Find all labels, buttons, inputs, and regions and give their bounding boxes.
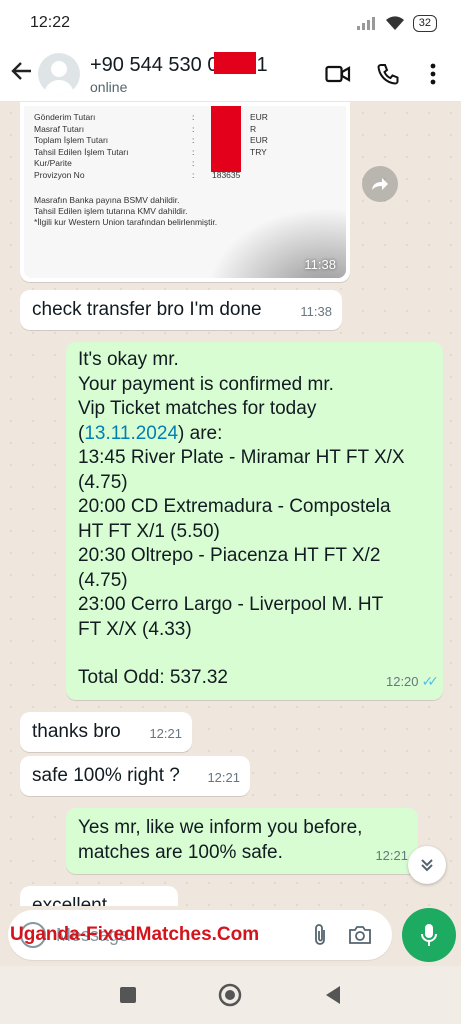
attach-button[interactable]: [300, 923, 340, 947]
camera-button[interactable]: [340, 925, 380, 945]
message-text: excellent: [32, 895, 107, 906]
status-time: 12:22: [30, 14, 71, 31]
status-bar: 12:22 32: [0, 0, 461, 46]
message-line: (13.11.2024) are:: [78, 422, 223, 444]
contact-status: online: [90, 79, 128, 95]
chevron-double-down-icon: [421, 859, 433, 872]
back-nav-icon[interactable]: [324, 985, 342, 1005]
signal-icon: [356, 17, 375, 30]
outgoing-message[interactable]: Yes mr, like we inform you before, match…: [66, 808, 418, 874]
message-composer: [8, 910, 392, 960]
scroll-to-bottom-button[interactable]: [408, 846, 446, 884]
receipt-row: Toplam İşlem Tutarı: EUR: [34, 135, 268, 145]
message-input[interactable]: [56, 924, 300, 946]
arrow-left-icon: [11, 62, 31, 80]
incoming-message[interactable]: safe 100% right ? 12:21: [20, 756, 250, 796]
receipt-image: Gönderim Tutarı: EUR Masraf Tutarı: R Topl…: [24, 106, 346, 278]
paperclip-icon: [315, 924, 325, 945]
message-line: Your payment is confirmed mr.: [78, 373, 334, 395]
message-time: 11:38: [304, 257, 336, 272]
receipt-row: Kur/Parite:: [34, 158, 195, 168]
voice-call-icon: [377, 63, 399, 85]
outgoing-message[interactable]: It's okay mr. Your payment is confirmed …: [66, 342, 443, 700]
message-text: thanks bro: [32, 721, 121, 742]
message-line: 13:45 River Plate - Miramar HT FT X/X: [78, 447, 405, 468]
receipt-row: Provizyon No:183635: [34, 169, 241, 180]
message-line: matches are 100% safe.: [78, 841, 283, 863]
message-line: Total Odd: 537.32: [78, 667, 228, 688]
double-check-icon: ✓✓: [421, 672, 440, 689]
message-text: safe 100% right ?: [32, 765, 180, 786]
receipt-row: Masraf Tutarı: R: [34, 123, 257, 134]
message-line: (4.75): [78, 471, 128, 493]
system-nav-bar: [0, 966, 461, 1024]
microphone-icon: [421, 924, 437, 946]
voice-message-button[interactable]: [402, 908, 456, 962]
wifi-icon: [385, 16, 404, 30]
chat-area[interactable]: Gönderim Tutarı: EUR Masraf Tutarı: R Topl…: [0, 102, 461, 906]
message-line: 20:30 Oltrepo - Piacenza HT FT X/2: [78, 545, 381, 566]
emoji-button[interactable]: [20, 922, 46, 948]
message-line: FT X/X (4.33): [78, 618, 192, 640]
home-icon[interactable]: [218, 983, 242, 1007]
recents-icon[interactable]: [119, 987, 136, 1003]
camera-icon: [349, 926, 371, 944]
video-call-button[interactable]: [313, 64, 363, 84]
redaction-mark: [211, 106, 241, 172]
redaction-mark: [214, 52, 257, 74]
contact-name: +90 544 530 01: [90, 52, 268, 76]
more-vertical-icon: [430, 63, 436, 84]
contact-info[interactable]: +90 544 530 01 online: [90, 52, 313, 95]
message-line: Yes mr, like we inform you before,: [78, 817, 363, 838]
message-time: 12:21: [375, 847, 408, 863]
more-options-button[interactable]: [413, 63, 453, 85]
message-line: Vip Ticket matches for today: [78, 398, 317, 419]
message-text: check transfer bro I'm done: [32, 299, 262, 320]
message-line: 20:00 CD Extremadura - Compostela: [78, 496, 391, 517]
chat-header: +90 544 530 01 online: [0, 46, 461, 102]
message-time: 12:20: [385, 673, 419, 689]
image-message[interactable]: Gönderim Tutarı: EUR Masraf Tutarı: R Topl…: [20, 102, 350, 282]
incoming-message[interactable]: check transfer bro I'm done 11:38: [20, 290, 342, 330]
forward-button[interactable]: [362, 166, 398, 202]
avatar[interactable]: [38, 52, 80, 95]
message-line: HT FT X/1 (5.50): [78, 520, 220, 542]
message-time: 11:38: [300, 303, 332, 319]
date-link[interactable]: 13.11.2024: [84, 423, 178, 444]
message-time: 12:21: [207, 769, 240, 785]
back-button[interactable]: [8, 58, 36, 89]
receipt-row: Gönderim Tutarı: EUR: [34, 112, 268, 122]
incoming-message[interactable]: thanks bro 12:21: [20, 712, 192, 752]
message-line: It's okay mr.: [78, 349, 179, 370]
voice-call-button[interactable]: [363, 63, 413, 85]
message-line: 23:00 Cerro Largo - Liverpool M. HT: [78, 594, 384, 615]
receipt-row: Tahsil Edilen İşlem Tutarı: TRY: [34, 146, 267, 157]
message-time: 12:21: [149, 725, 182, 741]
message-meta: 12:20 ✓✓: [385, 669, 440, 695]
message-line: (4.75): [78, 569, 128, 591]
battery-icon: 32: [412, 14, 437, 32]
forward-icon: [372, 178, 388, 190]
incoming-message[interactable]: excellent: [20, 886, 178, 906]
video-call-icon: [325, 65, 351, 82]
